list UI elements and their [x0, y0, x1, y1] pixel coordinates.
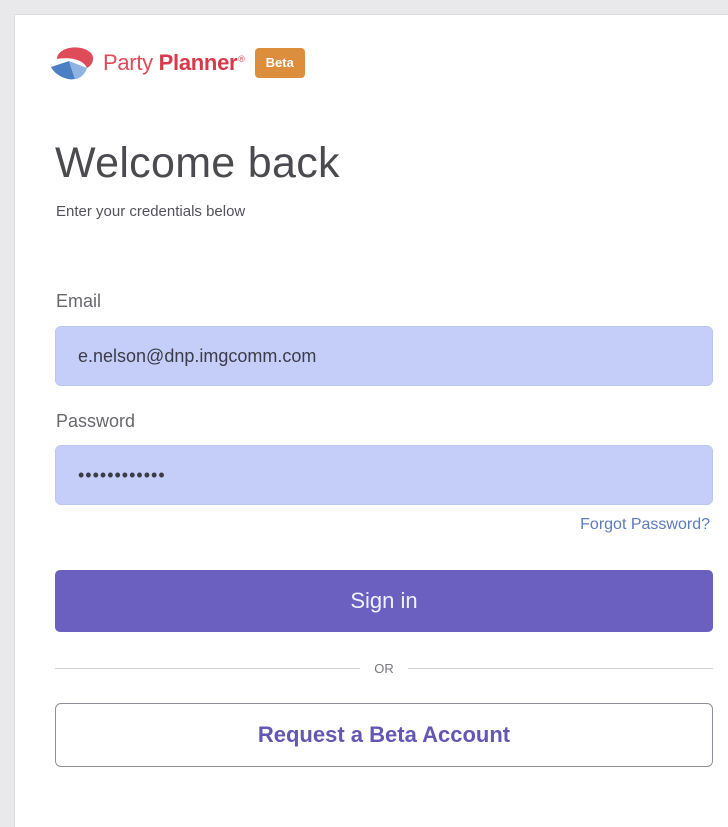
divider-line-left [55, 667, 361, 669]
brand-name-part2: Planner [158, 50, 238, 75]
divider-line-right [407, 667, 713, 669]
brand-header: Party Planner® Beta [47, 41, 305, 85]
beta-badge: Beta [254, 48, 305, 78]
or-divider: OR [55, 658, 713, 678]
password-label: Password [56, 411, 136, 431]
brand-name: Party Planner® [103, 41, 245, 85]
trademark-mark: ® [238, 54, 245, 64]
forgot-password-link[interactable]: Forgot Password? [580, 516, 710, 534]
request-beta-account-button[interactable]: Request a Beta Account [55, 703, 713, 767]
party-planner-logo-icon [51, 47, 94, 80]
email-label: Email [56, 291, 102, 311]
password-field[interactable] [55, 445, 713, 505]
brand-name-part1: Party [103, 50, 153, 75]
page-subtitle: Enter your credentials below [56, 203, 246, 220]
sign-in-button[interactable]: Sign in [55, 570, 713, 632]
email-field[interactable] [55, 326, 713, 386]
page-title: Welcome back [55, 139, 340, 187]
divider-text: OR [374, 660, 394, 676]
login-card: Party Planner® Beta Welcome back Enter y… [14, 14, 728, 827]
